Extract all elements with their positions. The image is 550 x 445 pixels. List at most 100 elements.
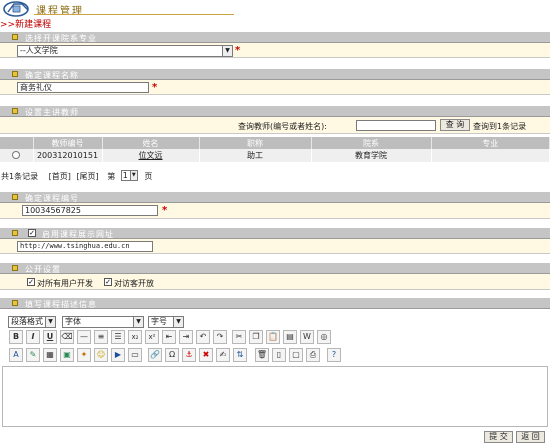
undo-icon[interactable]: ↶ [196,330,210,344]
pager-total: 共1条记录 [1,172,39,181]
enable-url-checkbox[interactable]: ✓ [28,229,36,237]
copy-icon[interactable]: ❐ [249,330,263,344]
cut-icon[interactable]: ✂ [232,330,246,344]
outdent-icon[interactable]: ⇤ [162,330,176,344]
indent-icon[interactable]: ⇥ [179,330,193,344]
public-guest-checkbox[interactable]: ✓ [104,278,112,286]
url-row: http://www.tsinghua.edu.cn [0,239,550,254]
pager-last-link[interactable]: [尾页] [76,172,98,181]
chevron-down-icon: ▼ [133,317,143,327]
column-header-id: 教师编号 [33,137,103,149]
teacher-search-input[interactable] [356,120,436,131]
about-icon[interactable]: ◎ [317,330,331,344]
pager-prefix: 第 [107,172,116,181]
public-all-checkbox[interactable]: ✓ [27,278,35,286]
teacher-search-row: 查询教师(编号或者姓名): 查 询 查询到1条记录 [0,117,550,134]
delete-icon[interactable]: ✖ [199,348,213,362]
trash-icon[interactable]: 🗑 [255,348,269,362]
section-header-public: 公开设置 [0,263,550,274]
column-header-dept: 院系 [311,137,432,149]
italic-icon[interactable]: I [26,330,40,344]
sort-icon[interactable]: ⇅ [233,348,247,362]
frame-icon[interactable]: ▭ [128,348,142,362]
special-char-icon[interactable]: Ω [165,348,179,362]
submit-button[interactable]: 提 交 [484,431,513,443]
dept-select[interactable]: --人文学院 ▼ [17,45,233,57]
media-icon[interactable]: ▶ [111,348,125,362]
select-column-header [0,137,34,149]
cell-teacher-title: 助工 [199,149,312,162]
page-icon[interactable]: ▢ [289,348,303,362]
teacher-search-button[interactable]: 查 询 [440,119,470,131]
title-underline [34,14,234,15]
paste-text-icon[interactable]: ▤ [283,330,297,344]
anchor-icon[interactable]: ⚓ [182,348,196,362]
required-mark: * [162,205,168,216]
pager: 共1条记录 [首页] [尾页] 第 1 ▼ 页 [1,170,152,182]
superscript-icon[interactable]: x² [145,330,159,344]
redo-icon[interactable]: ↷ [213,330,227,344]
required-mark: * [152,82,158,93]
link-icon[interactable]: 🔗 [148,348,162,362]
public-row: ✓ 对所有用户开发 ✓ 对访客开放 [0,274,550,290]
teacher-table: 教师编号 姓名 职称 院系 专业 200312010151 位文远 助工 教育学… [0,137,550,162]
page-select[interactable]: 1 ▼ [120,170,138,181]
font-select[interactable]: 字体 ▼ [62,316,144,328]
numbered-list-icon[interactable]: ☰ [111,330,125,344]
chevron-down-icon: ▼ [173,317,183,327]
font-color-icon[interactable]: A [9,348,23,362]
paste-icon[interactable]: 📋 [266,330,280,344]
course-code-row: 10034567825 * [0,203,550,219]
bold-icon[interactable]: B [9,330,23,344]
row-select-radio[interactable] [0,149,34,162]
dept-select-value: --人文学院 [20,46,58,55]
section-bullet-icon [12,108,18,114]
course-name-row: 商务礼仪 * [0,80,550,95]
cell-teacher-dept: 教育学院 [311,149,432,162]
help-icon[interactable]: ? [327,348,341,362]
table-header-row: 教师编号 姓名 职称 院系 专业 [0,137,550,149]
chevron-down-icon: ▼ [129,171,137,180]
section-header-url: ✓ 启用课程展示网址 [0,228,550,239]
course-name-input[interactable]: 商务礼仪 [17,82,149,93]
cell-teacher-id: 200312010151 [33,149,103,162]
course-logo-icon [2,0,34,17]
paragraph-format-select[interactable]: 段落格式 ▼ [8,316,56,328]
url-input[interactable]: http://www.tsinghua.edu.cn [17,241,153,252]
column-header-name: 姓名 [102,137,200,149]
font-select-value: 字体 [65,317,81,326]
eraser-icon[interactable]: ⌫ [60,330,74,344]
public-guest-label: 对访客开放 [114,279,154,288]
edit-icon[interactable]: ✍ [216,348,230,362]
horizontal-rule-icon[interactable]: — [77,330,91,344]
section-header-teacher: 设置主讲教师 [0,106,550,117]
emoticon-icon[interactable]: ☺ [94,348,108,362]
cell-teacher-name[interactable]: 位文远 [102,149,200,162]
pager-first-link[interactable]: [首页] [49,172,71,181]
table-row[interactable]: 200312010151 位文远 助工 教育学院 [0,149,550,162]
dept-row: --人文学院 ▼ * [0,43,550,58]
section-bullet-icon [12,230,18,236]
print-icon[interactable]: ⎙ [306,348,320,362]
table-icon[interactable]: ▦ [43,348,57,362]
align-icon[interactable]: ≡ [94,330,108,344]
subscript-icon[interactable]: x₂ [128,330,142,344]
pager-suffix: 页 [144,172,153,181]
underline-icon[interactable]: U [43,330,57,344]
chevron-down-icon: ▼ [45,317,55,327]
flash-icon[interactable]: ✦ [77,348,91,362]
course-code-input[interactable]: 10034567825 [22,205,158,216]
highlight-icon[interactable]: ✎ [26,348,40,362]
description-editor[interactable] [2,366,548,427]
section-header-course-name: 确定课程名称 [0,69,550,80]
preview-icon[interactable]: ▯ [272,348,286,362]
chevron-down-icon: ▼ [222,46,232,56]
section-bullet-icon [12,194,18,200]
teacher-search-label: 查询教师(编号或者姓名): [238,122,327,131]
back-button[interactable]: 返 回 [516,431,545,443]
section-bullet-icon [12,71,18,77]
required-mark: * [235,45,241,56]
font-size-select[interactable]: 字号 ▼ [148,316,184,328]
paste-word-icon[interactable]: W [300,330,314,344]
image-icon[interactable]: ▣ [60,348,74,362]
